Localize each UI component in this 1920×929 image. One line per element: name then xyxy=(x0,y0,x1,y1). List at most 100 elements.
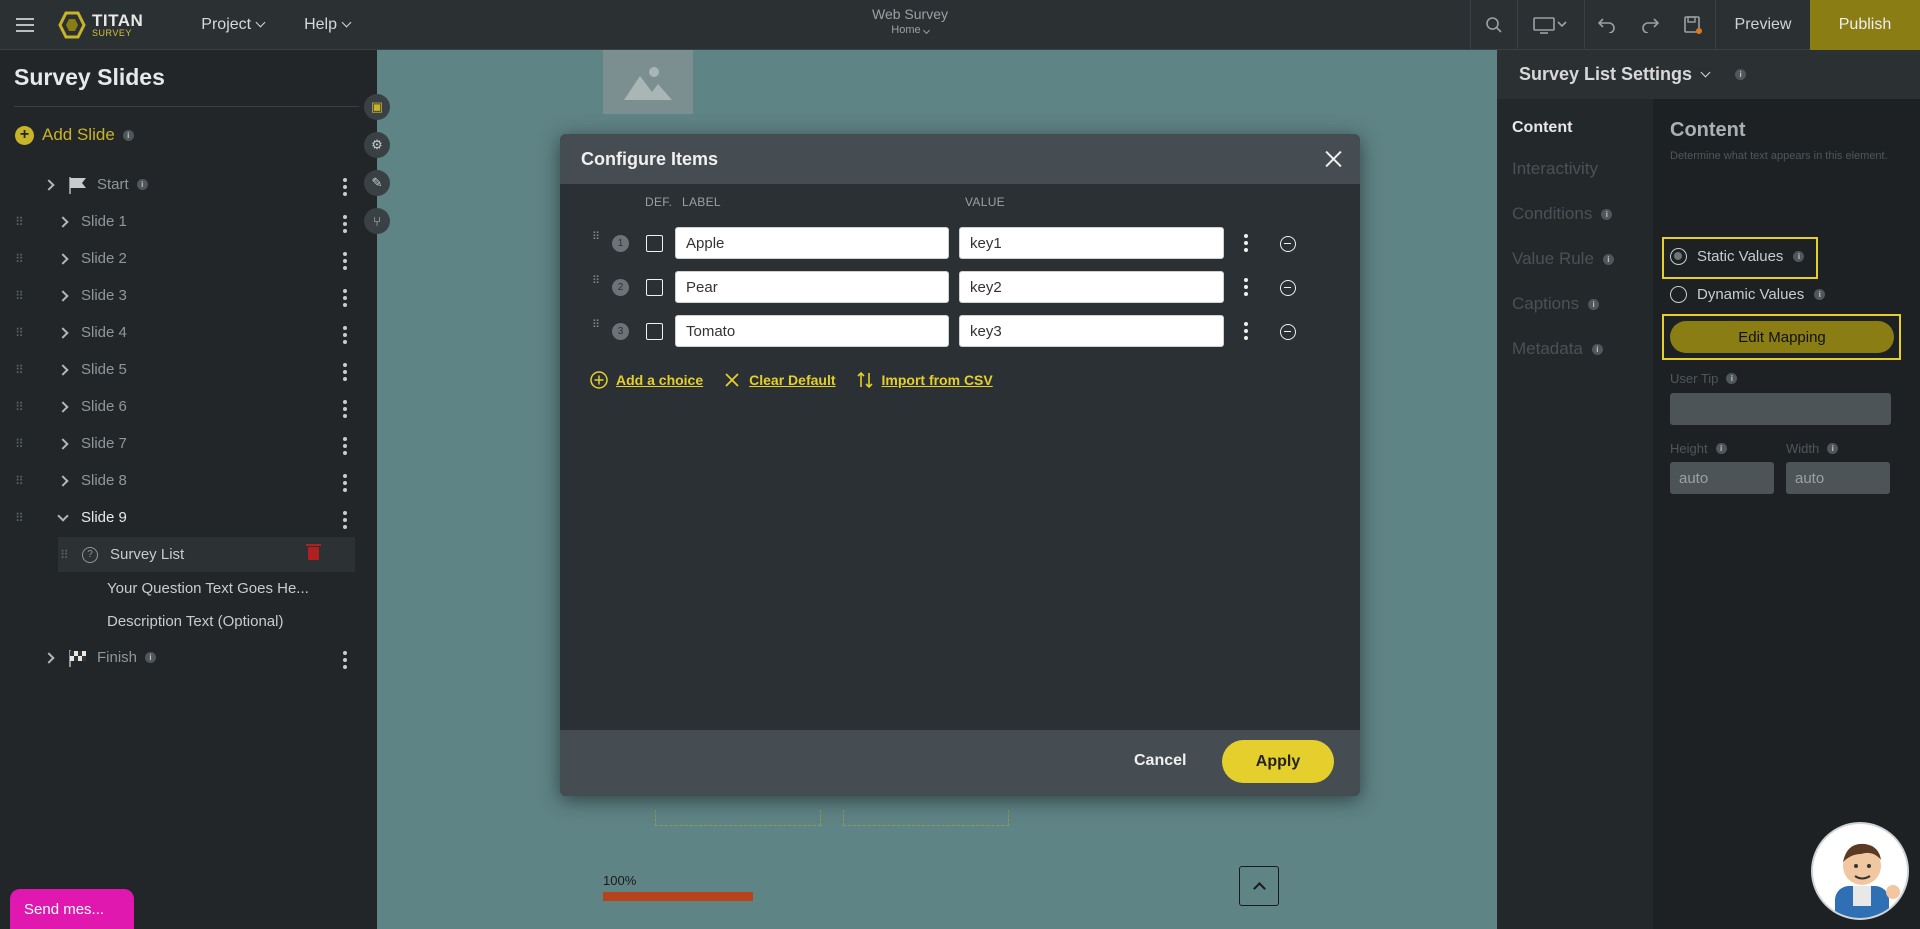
undo-icon[interactable] xyxy=(1585,0,1629,50)
chevron-right-icon[interactable] xyxy=(57,289,69,302)
drag-handle-icon[interactable]: ⠿ xyxy=(15,475,35,487)
more-options-icon[interactable] xyxy=(343,289,347,307)
info-icon[interactable]: i xyxy=(1726,373,1738,384)
more-options-icon[interactable] xyxy=(343,215,347,233)
settings-tab-interactivity[interactable]: Interactivity xyxy=(1512,159,1598,179)
apply-button[interactable]: Apply xyxy=(1222,740,1334,783)
drag-handle-icon[interactable]: ⠿ xyxy=(15,438,35,450)
menu-project[interactable]: Project xyxy=(201,16,266,34)
label-input[interactable]: Tomato xyxy=(675,315,949,347)
settings-header[interactable]: Survey List Settings i xyxy=(1497,50,1920,99)
info-icon[interactable]: i xyxy=(122,129,134,141)
publish-button[interactable]: Publish xyxy=(1810,0,1920,50)
info-icon[interactable]: i xyxy=(1591,343,1603,355)
menu-help[interactable]: Help xyxy=(304,16,352,34)
child-item-description-text[interactable]: Description Text (Optional) xyxy=(107,613,283,630)
info-icon[interactable]: i xyxy=(136,179,148,190)
value-input[interactable]: key1 xyxy=(959,227,1224,259)
cancel-button[interactable]: Cancel xyxy=(1134,752,1186,770)
drag-handle-icon[interactable]: ⠿ xyxy=(592,232,602,243)
slide-row-finish[interactable]: Finish i xyxy=(0,639,365,676)
drag-handle-icon[interactable]: ⠿ xyxy=(15,512,35,524)
add-slide-button[interactable]: + Add Slide i xyxy=(15,125,134,145)
more-options-icon[interactable] xyxy=(343,400,347,418)
chevron-right-icon[interactable] xyxy=(57,400,69,413)
edit-mapping-button[interactable]: Edit Mapping xyxy=(1670,321,1894,353)
slide-row-start[interactable]: Start i xyxy=(0,166,365,203)
redo-icon[interactable] xyxy=(1629,0,1671,50)
more-options-icon[interactable] xyxy=(343,178,347,196)
slide-row-6[interactable]: ⠿ Slide 6 xyxy=(0,388,365,425)
more-options-icon[interactable] xyxy=(343,363,347,381)
info-icon[interactable]: i xyxy=(1827,443,1839,454)
slide-row-9[interactable]: ⠿ Slide 9 xyxy=(0,499,365,536)
slide-row-5[interactable]: ⠿ Slide 5 xyxy=(0,351,365,388)
element-row-survey-list[interactable]: ⠿ ? Survey List xyxy=(58,537,355,572)
page-selector[interactable]: Home xyxy=(830,24,990,36)
drag-handle-icon[interactable]: ⠿ xyxy=(15,364,35,376)
drag-handle-icon[interactable]: ⠿ xyxy=(15,401,35,413)
add-choice-link[interactable]: Add a choice xyxy=(590,371,703,389)
preview-button[interactable]: Preview xyxy=(1716,0,1810,50)
remove-item-icon[interactable] xyxy=(1280,280,1296,296)
info-icon[interactable]: i xyxy=(1793,251,1805,262)
settings-tab-content[interactable]: Content xyxy=(1512,119,1572,137)
save-icon[interactable] xyxy=(1671,0,1715,50)
remove-item-icon[interactable] xyxy=(1280,236,1296,252)
more-options-icon[interactable] xyxy=(1244,278,1248,296)
drag-handle-icon[interactable]: ⠿ xyxy=(60,549,70,561)
user-tip-input[interactable] xyxy=(1670,393,1891,425)
default-checkbox[interactable] xyxy=(646,235,663,252)
chevron-right-icon[interactable] xyxy=(57,437,69,450)
info-icon[interactable]: i xyxy=(1601,208,1613,220)
titan-logo[interactable]: TITAN SURVEY xyxy=(58,11,143,39)
label-input[interactable]: Apple xyxy=(675,227,949,259)
settings-tab-captions[interactable]: Captions i xyxy=(1512,294,1600,314)
height-input[interactable]: auto xyxy=(1670,462,1774,494)
remove-item-icon[interactable] xyxy=(1280,324,1296,340)
label-input[interactable]: Pear xyxy=(675,271,949,303)
brush-icon[interactable]: ✎ xyxy=(364,170,390,196)
chevron-right-icon[interactable] xyxy=(57,363,69,376)
value-input[interactable]: key2 xyxy=(959,271,1224,303)
drag-handle-icon[interactable]: ⠿ xyxy=(592,320,602,331)
slide-row-7[interactable]: ⠿ Slide 7 xyxy=(0,425,365,462)
more-options-icon[interactable] xyxy=(1244,322,1248,340)
chevron-right-icon[interactable] xyxy=(43,178,55,191)
slide-row-4[interactable]: ⠿ Slide 4 xyxy=(0,314,365,351)
slide-row-1[interactable]: ⠿ Slide 1 xyxy=(0,203,365,240)
drag-handle-icon[interactable]: ⠿ xyxy=(15,216,35,228)
drag-handle-icon[interactable]: ⠿ xyxy=(592,276,602,287)
slide-row-3[interactable]: ⠿ Slide 3 xyxy=(0,277,365,314)
chevron-right-icon[interactable] xyxy=(57,474,69,487)
chevron-down-icon[interactable] xyxy=(57,509,69,522)
survey-option-button[interactable] xyxy=(655,810,821,826)
chevron-right-icon[interactable] xyxy=(57,252,69,265)
search-icon[interactable] xyxy=(1471,0,1517,50)
hamburger-menu-icon[interactable] xyxy=(0,0,50,50)
more-options-icon[interactable] xyxy=(343,437,347,455)
dynamic-values-radio[interactable]: Dynamic Values i xyxy=(1670,286,1826,303)
child-item-question-text[interactable]: Your Question Text Goes He... xyxy=(107,580,309,597)
info-icon[interactable]: i xyxy=(1715,443,1727,454)
import-csv-link[interactable]: Import from CSV xyxy=(856,371,993,389)
chevron-right-icon[interactable] xyxy=(57,326,69,339)
close-icon[interactable] xyxy=(1320,146,1346,172)
more-options-icon[interactable] xyxy=(1244,234,1248,252)
device-preview-icon[interactable] xyxy=(1518,0,1584,50)
settings-tab-value-rule[interactable]: Value Rule i xyxy=(1512,249,1614,269)
scroll-to-top-button[interactable] xyxy=(1239,866,1279,906)
value-input[interactable]: key3 xyxy=(959,315,1224,347)
more-options-icon[interactable] xyxy=(343,474,347,492)
chevron-right-icon[interactable] xyxy=(57,215,69,228)
more-options-icon[interactable] xyxy=(343,651,347,669)
tree-icon[interactable]: ⑂ xyxy=(364,208,390,234)
drag-handle-icon[interactable]: ⠿ xyxy=(15,327,35,339)
settings-tab-metadata[interactable]: Metadata i xyxy=(1512,339,1603,359)
info-icon[interactable]: i xyxy=(145,652,157,663)
trash-icon[interactable] xyxy=(306,544,321,560)
more-options-icon[interactable] xyxy=(343,252,347,270)
drag-handle-icon[interactable]: ⠿ xyxy=(15,290,35,302)
chat-send-message-button[interactable]: Send mes... xyxy=(10,889,134,929)
default-checkbox[interactable] xyxy=(646,323,663,340)
